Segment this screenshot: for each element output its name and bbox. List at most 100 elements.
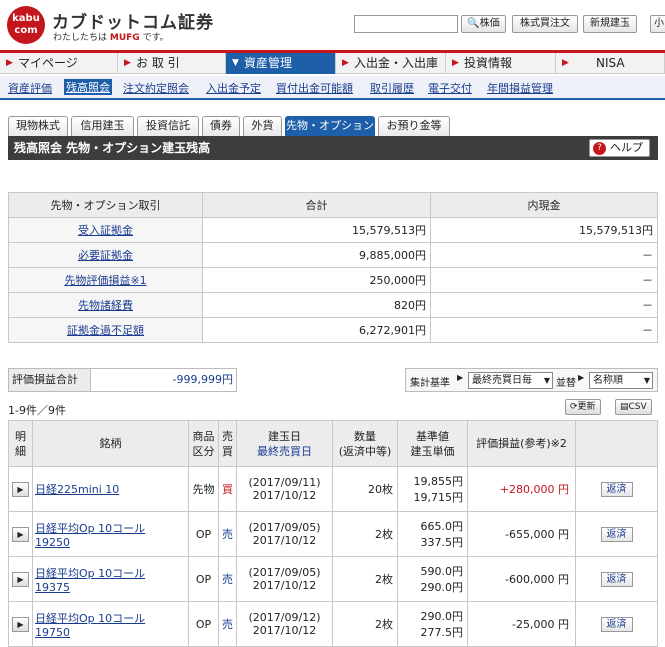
search-icon: 🔍 [467,18,480,29]
price-cell: 590.0円 290.0円 [397,556,468,602]
sum-basis-select[interactable]: 最終売買日毎 ▼ [468,372,553,389]
price-cell: 290.0円 277.5円 [397,601,468,647]
arrow-right-icon: ▶ [6,58,13,68]
summary-cash: － [430,267,658,293]
subnav-link[interactable]: 電子交付 [428,82,472,95]
product-cell: OP [188,556,219,602]
logo-top-text: kabu [12,13,40,24]
qty-cell: 2枚 [332,601,398,647]
expand-icon[interactable]: ▶ [12,616,29,632]
instrument-link[interactable]: 日経平均Op 10コール 19250 [35,522,145,549]
sort-value: 名称順 [593,375,623,386]
received-margin-link[interactable]: 受入証拠金 [78,224,133,237]
expand-icon[interactable]: ▶ [12,571,29,587]
futures-expenses-link[interactable]: 先物諸経費 [78,299,133,312]
tab-bonds[interactable]: 債券 [202,116,240,136]
chevron-down-icon: ▼ [643,376,650,385]
triangle-right-icon: ▶ [457,373,464,382]
triangle-right-icon: ▶ [578,373,585,382]
subnav-link[interactable]: 買付出金可能額 [276,82,353,95]
summary-label-cell: 必要証拠金 [8,242,203,268]
question-icon: ? [593,142,606,155]
subnav-link[interactable]: 入出金予定 [206,82,261,95]
margin-surplus-link[interactable]: 証拠金過不足額 [67,324,144,337]
nav-nisa[interactable]: ▶ NISA [556,53,665,74]
nav-trade[interactable]: ▶ お 取 引 [118,53,226,74]
tab-margin[interactable]: 信用建玉 [71,116,134,136]
sub-nav: 資産評価 残高照会 注文約定照会 入出金予定 買付出金可能額 取引履歴 電子交付… [0,76,665,100]
required-margin-link[interactable]: 必要証拠金 [78,249,133,262]
csv-button[interactable]: ▤CSV [615,399,652,415]
col-name: 銘柄 [32,420,189,467]
name-cell: 日経225mini 10 [32,466,189,512]
summary-total: 9,885,000円 [202,242,431,268]
page-title: 残高照会 先物・オプション建玉残高 [14,141,211,155]
subnav-annual-pl[interactable]: 年間損益管理 [487,80,553,96]
subnav-link[interactable]: 残高照会 [66,81,110,94]
summary-row: 先物評価損益※1 250,000円 － [8,267,658,293]
positions-header-row: 明細 銘柄 商品 区分 売買 建玉日 最終売買日 数量 (返済中等) 基準値 建玉単価 … [8,420,658,467]
help-label: ヘルプ [610,141,643,154]
nav-deposit-withdrawal[interactable]: ▶ 入出金・入出庫 [336,53,446,74]
repay-button[interactable]: 返済 [600,481,633,497]
instrument-link[interactable]: 日経平均Op 10コール 19750 [35,612,145,639]
subnav-purchase-power[interactable]: 買付出金可能額 [276,80,353,96]
refresh-button[interactable]: ⟳更新 [565,399,601,415]
tab-forex[interactable]: 外貨 [243,116,282,136]
arrow-right-icon: ▶ [342,58,349,68]
col-date: 建玉日 最終売買日 [236,420,333,467]
summary-cash: － [430,317,658,343]
product-cell: OP [188,511,219,557]
font-small-button[interactable]: 小 [650,15,665,33]
side-cell: 売 [218,601,237,647]
futures-eval-pl-link[interactable]: 先物評価損益※1 [64,274,146,287]
nav-mypage[interactable]: ▶ マイページ [0,53,118,74]
subnav-order-inquiry[interactable]: 注文約定照会 [123,80,189,96]
side-cell: 買 [218,466,237,512]
nav-asset-management[interactable]: ▼ 資産管理 [226,53,336,74]
summary-header: 合計 [202,192,431,218]
tab-mutual-fund[interactable]: 投資信託 [137,116,199,136]
search-input[interactable] [354,15,458,33]
stock-order-button[interactable]: 株式買注文 [512,15,578,33]
nav-investment-info[interactable]: ▶ 投資情報 [446,53,556,74]
repay-button[interactable]: 返済 [600,571,633,587]
subnav-link[interactable]: 取引履歴 [370,82,414,95]
expand-icon[interactable]: ▶ [12,481,29,497]
summary-row: 証拠金過不足額 6,272,901円 － [8,317,658,343]
action-cell: 返済 [575,601,658,647]
help-button[interactable]: ? ヘルプ [589,139,650,157]
subnav-trade-history[interactable]: 取引履歴 [370,80,414,96]
col-side: 売買 [218,420,237,467]
kabucom-logo[interactable]: kabu com [7,6,45,44]
subnav-balance[interactable]: 残高照会 [64,79,112,95]
subnav-link[interactable]: 資産評価 [8,82,52,95]
tab-deposits[interactable]: お預り金等 [378,116,450,136]
subnav-link[interactable]: 注文約定照会 [123,82,189,95]
table-row: ▶ 日経平均Op 10コール 19375 OP 売 (2017/09/05) 201… [8,556,658,602]
repay-button[interactable]: 返済 [600,526,633,542]
new-build-button[interactable]: 新規建玉 [583,15,637,33]
subnav-deposit-schedule[interactable]: 入出金予定 [206,80,261,96]
repay-button[interactable]: 返済 [600,616,633,632]
instrument-link[interactable]: 日経平均Op 10コール 19375 [35,567,145,594]
expand-icon[interactable]: ▶ [12,526,29,542]
header: kabu com カブドットコム証券 わたしたちは MUFG です。 🔍株価 株… [0,0,665,50]
arrow-right-icon: ▶ [124,58,131,68]
summary-cash: － [430,242,658,268]
subnav-e-delivery[interactable]: 電子交付 [428,80,472,96]
qty-cell: 2枚 [332,511,398,557]
qty-cell: 20枚 [332,466,398,512]
subnav-link[interactable]: 年間損益管理 [487,82,553,95]
sort-label: 並替 [556,378,576,389]
nav-label: 投資情報 [464,56,513,70]
subnav-asset-eval[interactable]: 資産評価 [8,80,52,96]
col-pl: 評価損益(参考)※2 [467,420,576,467]
detail-cell: ▶ [8,466,33,512]
stock-price-button[interactable]: 🔍株価 [461,15,506,33]
tab-futures-options[interactable]: 先物・オプション [285,116,375,136]
instrument-link[interactable]: 日経225mini 10 [35,483,119,496]
tab-cash-stock[interactable]: 現物株式 [8,116,68,136]
sum-basis-label: 集計基準 [410,378,450,389]
sort-select[interactable]: 名称順 ▼ [589,372,653,389]
